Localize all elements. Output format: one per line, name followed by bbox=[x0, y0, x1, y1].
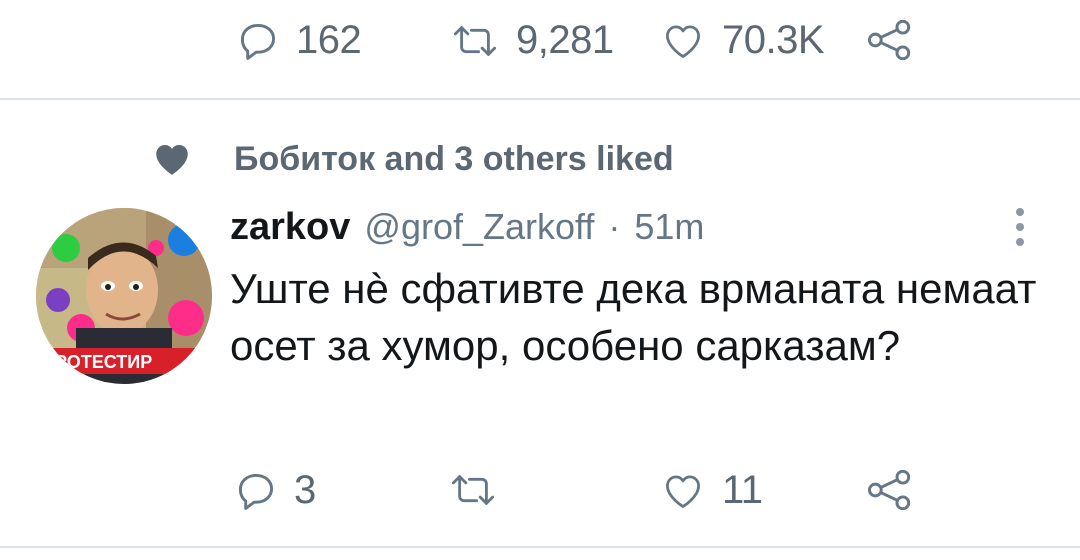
tweet-text: Уште нè сфативте дека врманата немаат ос… bbox=[230, 265, 1037, 369]
tweet-like-button[interactable]: 11 bbox=[660, 468, 763, 513]
username[interactable]: @grof_Zarkoff bbox=[364, 206, 594, 248]
like-icon bbox=[666, 475, 700, 508]
like-count: 70.3K bbox=[722, 18, 825, 62]
retweet-icon bbox=[453, 25, 497, 56]
reply-icon bbox=[238, 473, 274, 510]
share-icon bbox=[867, 19, 911, 61]
retweet-icon bbox=[451, 475, 495, 505]
tweet-retweet-button[interactable] bbox=[448, 468, 498, 512]
timestamp[interactable]: 51m bbox=[634, 206, 704, 248]
tweet-divider bbox=[0, 98, 1080, 100]
reply-button[interactable]: 162 bbox=[236, 18, 362, 63]
reply-icon bbox=[240, 23, 276, 60]
bottom-divider bbox=[0, 546, 1080, 548]
retweet-count: 9,281 bbox=[516, 18, 614, 62]
separator-dot: · bbox=[608, 206, 621, 247]
social-context[interactable]: Бобиток and 3 others liked bbox=[150, 138, 674, 180]
retweet-button[interactable]: 9,281 bbox=[450, 18, 614, 63]
heart-icon bbox=[156, 145, 188, 175]
like-button[interactable]: 70.3K bbox=[660, 18, 825, 63]
avatar-caption: ПРОТЕСТИР bbox=[42, 352, 152, 372]
tweet-header: zarkov @grof_Zarkoff · 51m bbox=[230, 206, 704, 249]
more-vertical-icon bbox=[1016, 208, 1024, 246]
display-name[interactable]: zarkov bbox=[230, 206, 350, 249]
tweet-like-count: 11 bbox=[722, 468, 763, 512]
more-button[interactable] bbox=[1012, 206, 1028, 255]
share-icon bbox=[867, 469, 911, 511]
tweet-reply-button[interactable]: 3 bbox=[234, 468, 316, 513]
like-icon bbox=[666, 25, 700, 58]
avatar[interactable]: ПРОТЕСТИР bbox=[36, 208, 212, 384]
avatar-image: ПРОТЕСТИР bbox=[36, 208, 212, 384]
tweet-reply-count: 3 bbox=[294, 468, 316, 512]
share-button[interactable] bbox=[866, 18, 914, 62]
reply-count: 162 bbox=[296, 18, 362, 62]
social-context-text: Бобиток and 3 others liked bbox=[234, 139, 674, 178]
tweet-share-button[interactable] bbox=[866, 468, 914, 512]
